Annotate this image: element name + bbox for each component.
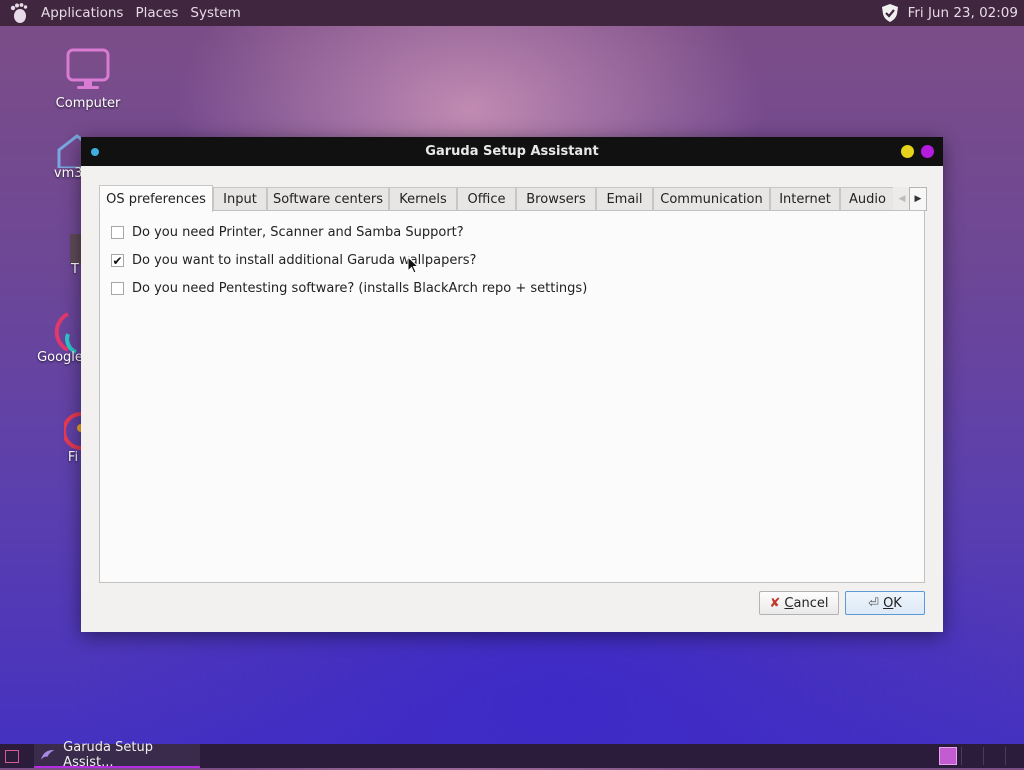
window-menu-icon[interactable]	[91, 148, 99, 156]
option-printer-support[interactable]: Do you need Printer, Scanner and Samba S…	[111, 225, 464, 240]
option-garuda-wallpapers[interactable]: ✔ Do you want to install additional Garu…	[111, 253, 476, 268]
dialog-titlebar[interactable]: Garuda Setup Assistant	[81, 137, 943, 166]
menu-applications[interactable]: Applications	[35, 5, 129, 21]
workspace-3[interactable]	[983, 747, 1001, 765]
tab-software-centers[interactable]: Software centers	[267, 187, 389, 211]
mouse-cursor-icon	[407, 256, 419, 274]
firefox-icon	[64, 412, 82, 450]
tab-os-preferences[interactable]: OS preferences	[99, 185, 213, 212]
option-label: Do you want to install additional Garuda…	[132, 253, 477, 268]
tab-internet[interactable]: Internet	[770, 187, 840, 211]
taskbar-item-label: Garuda Setup Assist...	[63, 740, 153, 770]
option-label: Do you need Printer, Scanner and Samba S…	[132, 225, 464, 240]
top-panel: Applications Places System Fri Jun 23, 0…	[0, 0, 1024, 26]
workspace-1[interactable]	[939, 747, 957, 765]
tab-kernels[interactable]: Kernels	[389, 187, 457, 211]
tab-input[interactable]: Input	[213, 187, 267, 211]
tab-office[interactable]: Office	[457, 187, 516, 211]
show-desktop-icon[interactable]	[5, 749, 19, 763]
gnome-foot-icon[interactable]	[8, 2, 30, 24]
checkbox-printer-support[interactable]	[111, 226, 124, 239]
desktop-icon-label: T	[71, 262, 79, 277]
tab-communication[interactable]: Communication	[653, 187, 770, 211]
monitor-icon	[66, 48, 110, 89]
setup-assistant-dialog: Garuda Setup Assistant OS preferences In…	[81, 137, 943, 632]
option-pentesting[interactable]: Do you need Pentesting software? (instal…	[111, 281, 587, 296]
bottom-panel: Garuda Setup Assist...	[0, 740, 1024, 770]
cancel-button[interactable]: ✘ Cancel	[759, 591, 839, 615]
desktop-icon-firefox[interactable]: Fi	[64, 410, 82, 465]
ok-label: OK	[883, 595, 902, 611]
ok-button[interactable]: ⏎ OK	[845, 591, 925, 615]
checkbox-pentesting[interactable]	[111, 282, 124, 295]
desktop-icon-label: Google	[37, 350, 83, 365]
desktop-icon-label: Computer	[55, 96, 121, 111]
menu-system[interactable]: System	[184, 5, 246, 21]
tab-browsers[interactable]: Browsers	[516, 187, 596, 211]
cancel-label: Cancel	[784, 595, 829, 611]
shield-icon[interactable]	[880, 3, 900, 23]
clock[interactable]: Fri Jun 23, 02:09	[908, 5, 1018, 21]
panel-tray: Fri Jun 23, 02:09	[880, 3, 1018, 23]
tab-panel-os-preferences: Do you need Printer, Scanner and Samba S…	[99, 210, 925, 583]
option-label: Do you need Pentesting software? (instal…	[132, 281, 588, 296]
menu-places[interactable]: Places	[129, 5, 184, 21]
desktop-icon-trash[interactable]: T	[68, 232, 82, 277]
workspace-4[interactable]	[1005, 747, 1023, 765]
taskbar-item-setup-assistant[interactable]: Garuda Setup Assist...	[34, 740, 200, 770]
tab-email[interactable]: Email	[596, 187, 653, 211]
desktop-icon-computer[interactable]: Computer	[52, 48, 124, 111]
workspace-2[interactable]	[961, 747, 979, 765]
dialog-title: Garuda Setup Assistant	[425, 144, 599, 159]
close-icon[interactable]	[921, 145, 934, 158]
desktop-icon-chrome[interactable]: Google	[37, 308, 83, 365]
tab-audio[interactable]: Audio	[840, 187, 895, 211]
garuda-eagle-icon	[40, 750, 55, 760]
chrome-icon	[54, 312, 77, 354]
ok-check-icon: ⏎	[868, 595, 880, 611]
trash-icon	[70, 234, 82, 264]
desktop-icon-label: Fi	[67, 450, 79, 465]
cancel-x-icon: ✘	[769, 595, 781, 611]
tab-scroll-right-button[interactable]: ▶	[909, 187, 927, 211]
checkbox-garuda-wallpapers[interactable]: ✔	[111, 254, 124, 267]
tab-bar: OS preferences Input Software centers Ke…	[99, 185, 927, 212]
minimize-icon[interactable]	[901, 145, 914, 158]
